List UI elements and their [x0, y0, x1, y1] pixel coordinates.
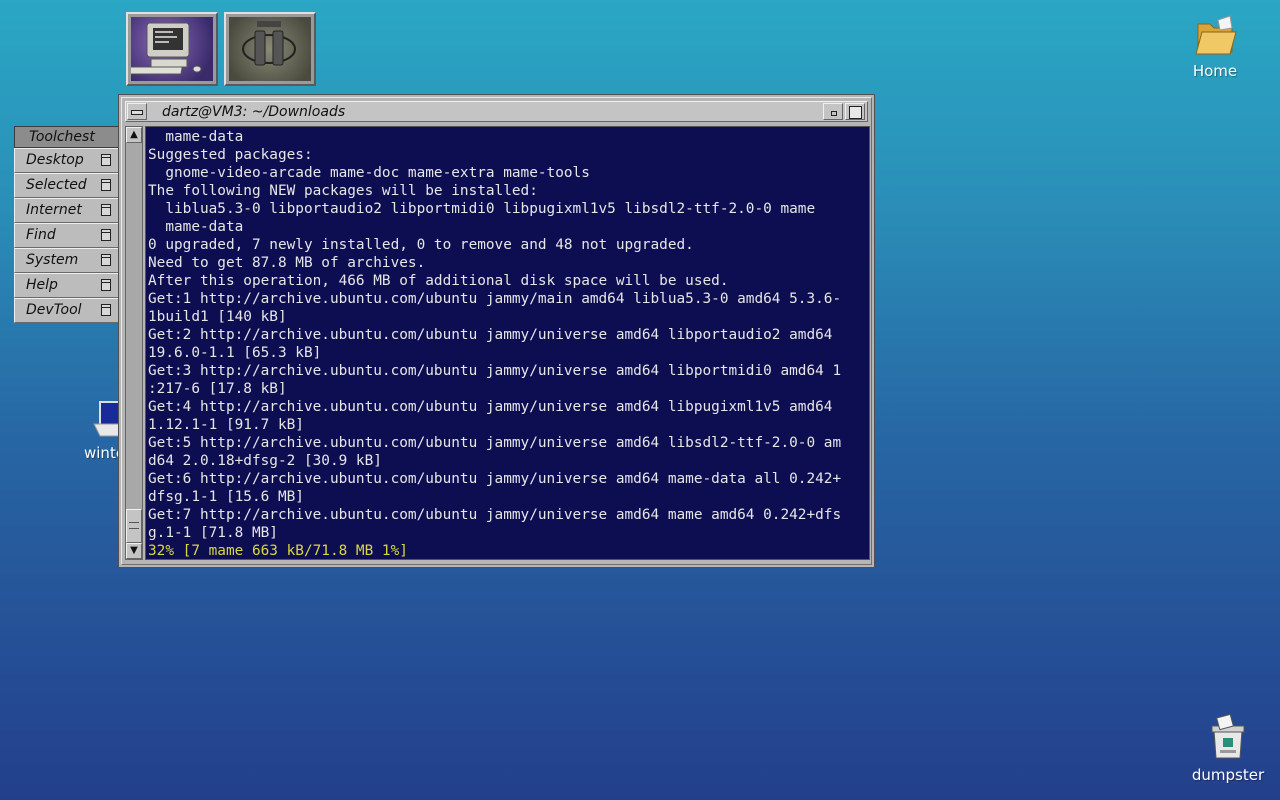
toolchest-item-label: System — [26, 252, 79, 268]
toolchest-item-system[interactable]: System — [14, 248, 120, 273]
submenu-icon — [101, 304, 111, 316]
window-title: dartz@VM3: ~/Downloads — [162, 104, 346, 120]
terminal-line: g.1-1 [71.8 MB] — [148, 525, 278, 541]
download-progress-line: 32% [7 mame 663 kB/71.8 MB 1%] — [148, 543, 408, 559]
home-desktop-icon[interactable]: Home — [1186, 14, 1244, 80]
terminal-line: After this operation, 466 MB of addition… — [148, 273, 729, 289]
maximize-button[interactable] — [845, 103, 865, 120]
desktop-icon-label: winte — [84, 444, 126, 462]
toolchest-item-label: Desktop — [26, 152, 84, 168]
terminal-line: Get:1 http://archive.ubuntu.com/ubuntu j… — [148, 291, 842, 307]
desktop-icon-label: dumpster — [1191, 766, 1265, 784]
terminal-line: gnome-video-arcade mame-doc mame-extra m… — [148, 165, 590, 181]
toolchest-menu: Toolchest Desktop Selected Internet Find… — [14, 126, 120, 323]
vertical-scrollbar[interactable]: ▲ ▼ — [125, 126, 143, 560]
terminal-line: Get:5 http://archive.ubuntu.com/ubuntu j… — [148, 435, 842, 451]
window-menu-button[interactable] — [127, 103, 147, 120]
terminal-window[interactable]: dartz@VM3: ~/Downloads ▲ ▼ mame-data Sug… — [118, 94, 875, 568]
terminal-line: 1build1 [140 kB] — [148, 309, 287, 325]
winterm-desktop-icon[interactable]: winte — [80, 400, 126, 462]
scrollbar-thumb[interactable] — [126, 509, 142, 543]
submenu-icon — [101, 179, 111, 191]
toolchest-item-devtool[interactable]: DevTool — [14, 298, 120, 323]
scroll-up-arrow-icon[interactable]: ▲ — [126, 127, 142, 143]
terminal-line: dfsg.1-1 [15.6 MB] — [148, 489, 304, 505]
toolchest-title[interactable]: Toolchest — [14, 126, 120, 148]
toolchest-item-help[interactable]: Help — [14, 273, 120, 298]
terminal-line: 0 upgraded, 7 newly installed, 0 to remo… — [148, 237, 694, 253]
terminal-line: liblua5.3-0 libportaudio2 libportmidi0 l… — [148, 201, 816, 217]
scroll-down-arrow-icon[interactable]: ▼ — [126, 543, 142, 559]
dumpster-icon — [1211, 713, 1245, 759]
toolchest-item-selected[interactable]: Selected — [14, 173, 120, 198]
terminal-line: Get:2 http://archive.ubuntu.com/ubuntu j… — [148, 327, 833, 343]
toolchest-item-label: DevTool — [26, 302, 82, 318]
toolchest-item-label: Help — [26, 277, 58, 293]
submenu-icon — [101, 229, 111, 241]
terminal-line: mame-data — [148, 219, 244, 235]
dd-logo-icon — [229, 17, 311, 81]
terminal-line: 1.12.1-1 [91.7 kB] — [148, 417, 304, 433]
devtool-dock-tile[interactable] — [224, 12, 316, 86]
toolchest-item-label: Selected — [26, 177, 87, 193]
terminal-line: d64 2.0.18+dfsg-2 [30.9 kB] — [148, 453, 382, 469]
toolchest-item-internet[interactable]: Internet — [14, 198, 120, 223]
desktop-dock-tile[interactable] — [126, 12, 218, 86]
folder-icon — [1195, 15, 1237, 55]
minimize-button[interactable] — [823, 103, 843, 120]
submenu-icon — [101, 204, 111, 216]
computer-monitor-icon — [128, 17, 213, 81]
terminal-line: Get:6 http://archive.ubuntu.com/ubuntu j… — [148, 471, 842, 487]
terminal-line: mame-data — [148, 129, 244, 145]
terminal-line: The following NEW packages will be insta… — [148, 183, 538, 199]
submenu-icon — [101, 279, 111, 291]
desktop-icon-label: Home — [1192, 62, 1238, 80]
terminal-line: Suggested packages: — [148, 147, 313, 163]
terminal-line: Need to get 87.8 MB of archives. — [148, 255, 426, 271]
terminal-line: Get:4 http://archive.ubuntu.com/ubuntu j… — [148, 399, 833, 415]
toolchest-item-desktop[interactable]: Desktop — [14, 148, 120, 173]
submenu-icon — [101, 154, 111, 166]
terminal-line: 19.6.0-1.1 [65.3 kB] — [148, 345, 322, 361]
terminal-line: Get:7 http://archive.ubuntu.com/ubuntu j… — [148, 507, 842, 523]
terminal-output[interactable]: mame-data Suggested packages: gnome-vide… — [145, 126, 870, 560]
terminal-line: Get:3 http://archive.ubuntu.com/ubuntu j… — [148, 363, 842, 379]
terminal-line: :217-6 [17.8 kB] — [148, 381, 287, 397]
toolchest-item-label: Internet — [26, 202, 82, 218]
window-titlebar[interactable]: dartz@VM3: ~/Downloads — [125, 101, 868, 122]
submenu-icon — [101, 254, 111, 266]
toolchest-item-find[interactable]: Find — [14, 223, 120, 248]
terminal-icon — [93, 401, 121, 437]
toolchest-item-label: Find — [26, 227, 56, 243]
dumpster-desktop-icon[interactable]: dumpster — [1188, 713, 1268, 784]
